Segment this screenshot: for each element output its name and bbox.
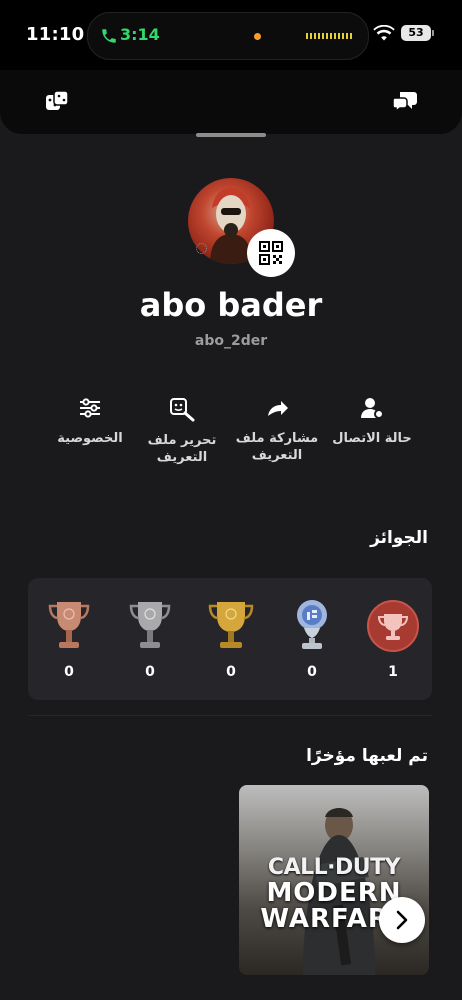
top-bar bbox=[0, 70, 462, 134]
privacy-label: الخصوصية bbox=[57, 431, 123, 446]
chevron-right-icon bbox=[396, 910, 408, 930]
gold-trophy-icon bbox=[208, 602, 254, 648]
trophy-bronze: 0 bbox=[39, 598, 99, 680]
trophy-silver: 0 bbox=[120, 598, 180, 680]
sheet-drag-handle[interactable] bbox=[196, 133, 266, 137]
phone-call-icon bbox=[102, 29, 116, 43]
game-tile[interactable]: CALL·DUTY MODERN WARFARE bbox=[239, 785, 429, 975]
edit-profile-icon bbox=[170, 398, 195, 422]
dynamic-island[interactable]: 3:14 bbox=[87, 12, 369, 60]
profile-username: abo_2der bbox=[194, 333, 268, 349]
silver-count: 0 bbox=[145, 664, 155, 680]
clock: 11:10 bbox=[26, 24, 85, 45]
status-bar: 11:10 3:14 53 bbox=[0, 0, 462, 70]
share-profile-label: مشاركة ملف التعريف bbox=[235, 431, 319, 463]
trophies-heading: الجوائز bbox=[370, 528, 428, 548]
platinum-trophy-icon bbox=[297, 600, 327, 649]
share-arrow-icon bbox=[268, 401, 288, 416]
game-title-line1: CALL·DUTY bbox=[267, 855, 401, 880]
mic-indicator bbox=[254, 33, 261, 40]
qr-code-button[interactable] bbox=[247, 229, 295, 277]
trophy-level-icon bbox=[367, 600, 419, 652]
trophy-platinum: 0 bbox=[282, 598, 342, 680]
silver-trophy-icon bbox=[129, 602, 171, 648]
recently-played-heading: تم لعبها مؤخرًا bbox=[306, 746, 428, 766]
battery-level: 53 bbox=[401, 25, 431, 41]
share-profile-button[interactable]: مشاركة ملف التعريف bbox=[232, 396, 322, 464]
call-timer: 3:14 bbox=[120, 25, 160, 44]
chat-bubbles-icon[interactable] bbox=[392, 88, 418, 114]
qr-code-icon bbox=[259, 241, 283, 265]
profile-display-name: abo bader bbox=[139, 286, 323, 324]
gamepad-icon[interactable] bbox=[44, 88, 70, 114]
wifi-icon bbox=[373, 25, 395, 41]
trophies-card[interactable]: 0 0 0 0 1 bbox=[28, 578, 432, 700]
platinum-count: 0 bbox=[307, 664, 317, 680]
trophy-level-badge: 1 bbox=[363, 598, 423, 680]
bronze-count: 0 bbox=[64, 664, 74, 680]
edit-profile-button[interactable]: تحرير ملف التعريف bbox=[137, 396, 227, 466]
section-divider bbox=[28, 715, 432, 716]
sliders-icon bbox=[80, 398, 100, 418]
bronze-trophy-icon bbox=[48, 602, 90, 648]
battery-tip bbox=[432, 30, 434, 36]
online-status-indicator bbox=[196, 243, 207, 254]
person-status-icon bbox=[361, 398, 384, 419]
trophy-gold: 0 bbox=[201, 598, 261, 680]
privacy-button[interactable]: الخصوصية bbox=[45, 396, 135, 447]
online-status-button[interactable]: حالة الاتصال bbox=[327, 396, 417, 447]
trophy-level-count: 1 bbox=[388, 664, 398, 680]
audio-waveform bbox=[306, 33, 352, 39]
online-status-label: حالة الاتصال bbox=[332, 431, 412, 446]
edit-profile-label: تحرير ملف التعريف bbox=[147, 433, 217, 465]
next-button[interactable] bbox=[379, 897, 425, 943]
gold-count: 0 bbox=[226, 664, 236, 680]
